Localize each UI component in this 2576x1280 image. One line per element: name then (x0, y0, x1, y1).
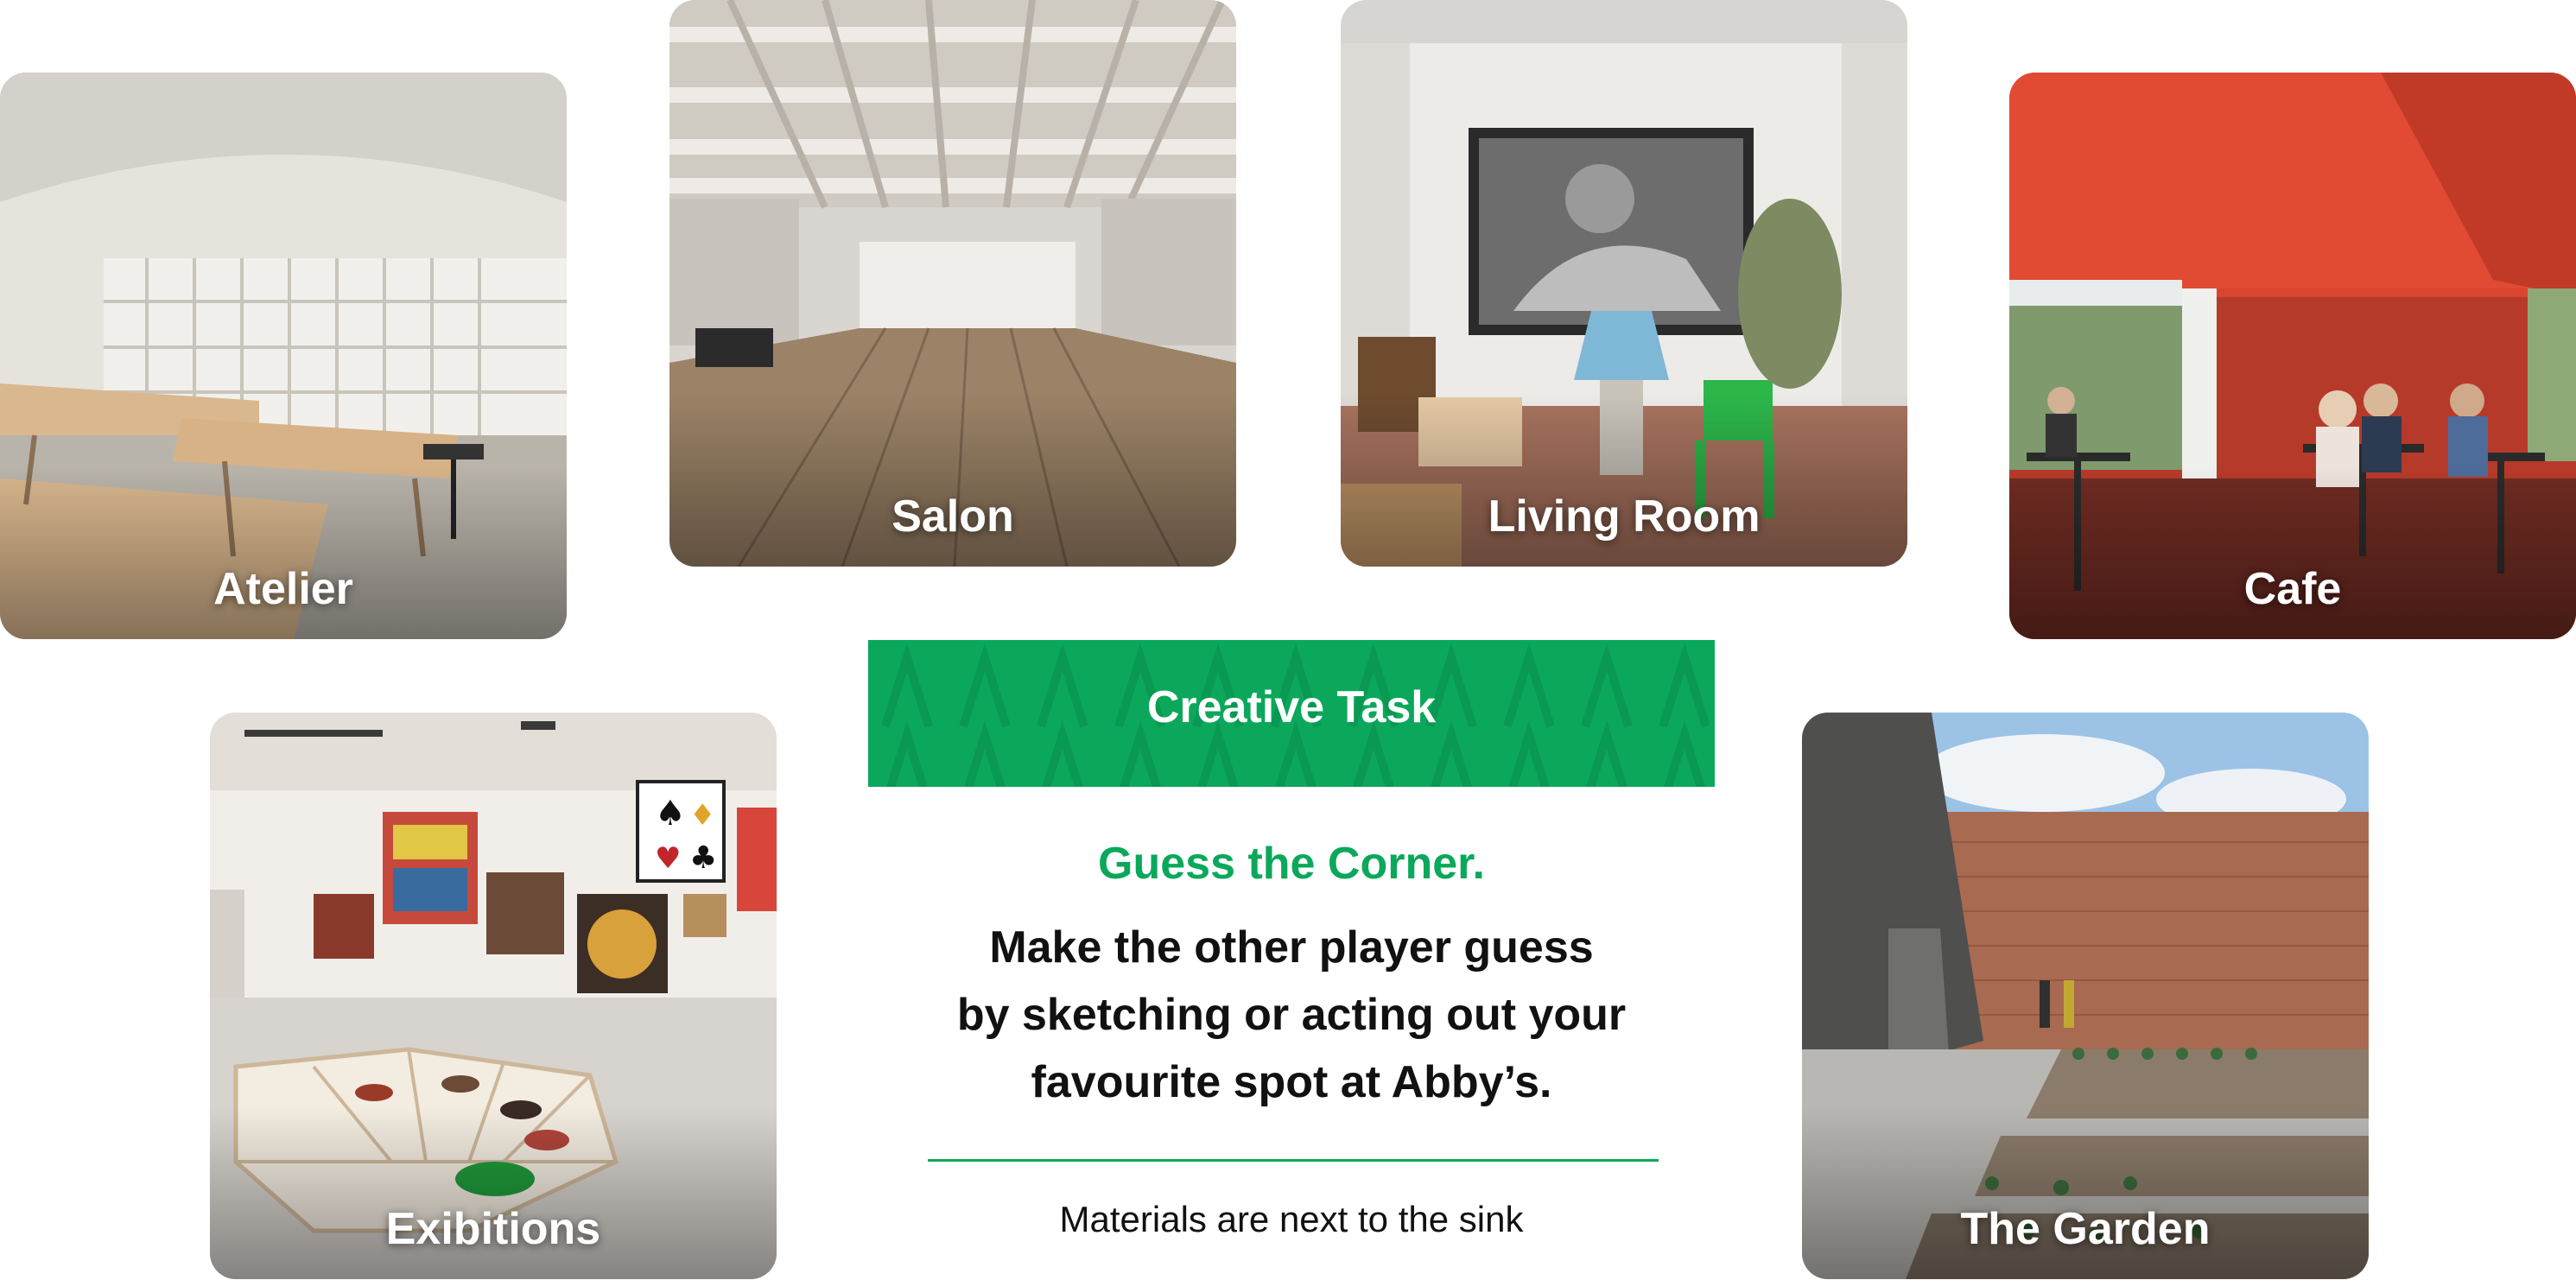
card-label-atelier: Atelier (213, 564, 353, 614)
card-exibitions[interactable]: ♠ ♦ ♥ ♣ Exibitions (210, 713, 777, 1279)
divider-line (928, 1159, 1659, 1162)
svg-text:♠: ♠ (655, 794, 686, 833)
card-label-exibitions: Exibitions (385, 1204, 601, 1254)
svg-text:♣: ♣ (689, 840, 717, 876)
card-label-cafe: Cafe (2243, 564, 2342, 614)
svg-text:♥: ♥ (655, 841, 681, 876)
task-line-2: by sketching or acting out your (956, 990, 1627, 1040)
task-headline: Guess the Corner. (1098, 839, 1485, 889)
card-label-salon: Salon (891, 491, 1014, 542)
card-living-room[interactable]: Living Room (1341, 0, 1907, 567)
task-line-3: favourite spot at Abby’s. (1031, 1057, 1552, 1107)
card-garden[interactable]: The Garden (1802, 713, 2369, 1279)
materials-note: Materials are next to the sink (1059, 1199, 1524, 1239)
task-line-1: Make the other player guess (989, 922, 1594, 973)
card-cafe[interactable]: Cafe (2009, 73, 2576, 639)
svg-text:♦: ♦ (689, 798, 715, 833)
creative-task-banner: Creative Task (868, 640, 1715, 787)
card-label-living-room: Living Room (1488, 491, 1761, 542)
banner-title: Creative Task (1146, 682, 1437, 732)
card-salon[interactable]: Salon (669, 0, 1236, 567)
card-atelier[interactable]: Atelier (0, 73, 567, 639)
task-instructions: Make the other player guess by sketching… (868, 914, 1715, 1116)
card-label-garden: The Garden (1960, 1204, 2211, 1254)
